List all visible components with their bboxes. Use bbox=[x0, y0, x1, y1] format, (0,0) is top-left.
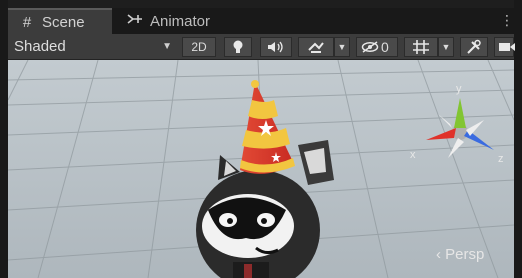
animator-icon bbox=[126, 12, 144, 30]
tools-toggle-button[interactable] bbox=[460, 37, 488, 57]
unity-scene-window: # Scene Animator ⋮ Shaded ▼ 2D ▼ 0 ▼ y x… bbox=[0, 0, 522, 278]
persp-arrow-icon: ‹ bbox=[436, 246, 441, 263]
eye-slash-icon bbox=[361, 41, 379, 53]
tab-animator[interactable]: Animator bbox=[120, 8, 236, 34]
lighting-toggle-button[interactable] bbox=[224, 37, 252, 57]
shading-mode-label: Shaded bbox=[14, 38, 66, 55]
lightbulb-icon bbox=[232, 40, 244, 54]
scene-visibility-button[interactable]: 0 bbox=[356, 37, 398, 57]
camera-icon bbox=[498, 41, 516, 53]
tab-scene-label: Scene bbox=[42, 13, 85, 31]
camera-settings-button[interactable] bbox=[494, 37, 516, 57]
projection-label: Persp bbox=[445, 246, 485, 263]
toggle-2d-label: 2D bbox=[191, 40, 207, 54]
effects-toggle-button[interactable] bbox=[298, 37, 334, 57]
dropdown-caret-icon: ▼ bbox=[441, 42, 451, 52]
tab-bar: # Scene Animator ⋮ bbox=[8, 8, 514, 34]
hash-grid-icon: # bbox=[22, 13, 32, 31]
dropdown-caret-icon: ▼ bbox=[162, 41, 172, 52]
gizmo-z-label: z bbox=[498, 153, 504, 165]
audio-toggle-button[interactable] bbox=[260, 37, 292, 57]
effects-dropdown-button[interactable]: ▼ bbox=[334, 37, 350, 57]
grid-dropdown-button[interactable]: ▼ bbox=[438, 37, 454, 57]
effects-icon bbox=[307, 40, 325, 54]
scene-toolbar: Shaded ▼ 2D ▼ 0 ▼ bbox=[8, 34, 516, 60]
toggle-2d-button[interactable]: 2D bbox=[182, 37, 216, 57]
shading-mode-dropdown[interactable]: Shaded ▼ bbox=[10, 36, 178, 58]
projection-toggle[interactable]: ‹ Persp bbox=[436, 246, 484, 263]
gizmo-x-label: x bbox=[410, 149, 416, 161]
hidden-objects-count: 0 bbox=[381, 39, 389, 55]
window-left-border bbox=[0, 0, 8, 278]
scene-viewport[interactable]: y x z ‹ Persp bbox=[8, 60, 514, 278]
more-options-icon[interactable]: ⋮ bbox=[500, 11, 514, 29]
tab-scene[interactable]: # Scene bbox=[8, 8, 112, 34]
speaker-icon bbox=[267, 41, 285, 53]
grid-toggle-button[interactable] bbox=[404, 37, 438, 57]
dropdown-caret-icon: ▼ bbox=[337, 42, 347, 52]
grid-icon bbox=[412, 39, 430, 55]
gizmo-y-label: y bbox=[456, 83, 462, 95]
tab-animator-label: Animator bbox=[150, 12, 211, 30]
tools-icon bbox=[466, 39, 482, 55]
